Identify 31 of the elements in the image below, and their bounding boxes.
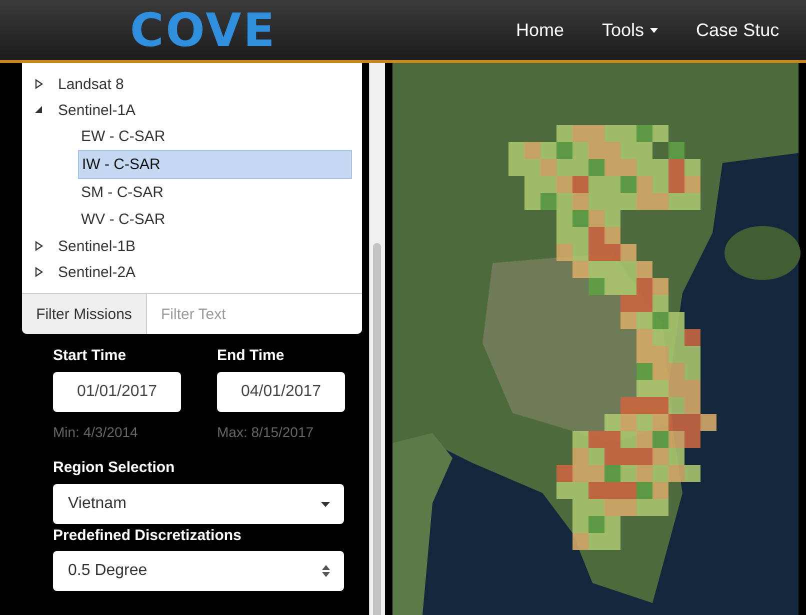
collapsed-triangle-icon[interactable]	[34, 79, 44, 89]
cove-logo: COVE	[130, 3, 278, 57]
instrument-item[interactable]: SM - C-SAR	[78, 179, 352, 206]
mission-item[interactable]: Sentinel-1B	[58, 238, 136, 254]
mission-item[interactable]: Sentinel-2A	[58, 264, 136, 280]
discretization-label: Predefined Discretizations	[53, 527, 242, 544]
date-field[interactable]: 01/01/2017	[53, 372, 181, 412]
nav-link[interactable]: Case Stuc	[696, 20, 780, 40]
region-selection-label: Region Selection	[53, 459, 176, 476]
scrollbar[interactable]	[369, 63, 385, 615]
date-limit-text: Min: 4/3/2014	[53, 424, 139, 440]
mission-item[interactable]: Sentinel-1A	[58, 102, 136, 118]
start-time-label: Start Time	[53, 347, 128, 364]
collapsed-triangle-icon[interactable]	[34, 241, 44, 251]
nav-link[interactable]: Home	[516, 20, 564, 40]
date-field[interactable]: 04/01/2017	[217, 372, 345, 412]
instrument-item[interactable]: EW - C-SAR	[78, 123, 352, 150]
nav-link[interactable]: Tools	[602, 20, 658, 40]
end-time-label: End Time	[217, 347, 286, 364]
filter-missions-button[interactable]: Filter Missions	[22, 294, 147, 334]
instrument-item[interactable]: WV - C-SAR	[78, 206, 352, 233]
caret-icon	[650, 28, 658, 32]
mission-item[interactable]: Landsat 8	[58, 76, 124, 92]
instrument-item[interactable]: IW - C-SAR	[78, 150, 352, 179]
date-limit-text: Max: 8/15/2017	[217, 424, 315, 440]
expanded-triangle-icon[interactable]	[34, 105, 44, 115]
discretization-select[interactable]: 0.5 Degree	[53, 551, 344, 591]
up-down-arrows-icon	[322, 565, 330, 577]
caret-icon	[321, 502, 330, 506]
collapsed-triangle-icon[interactable]	[34, 267, 44, 277]
region-select[interactable]: Vietnam	[53, 484, 344, 524]
